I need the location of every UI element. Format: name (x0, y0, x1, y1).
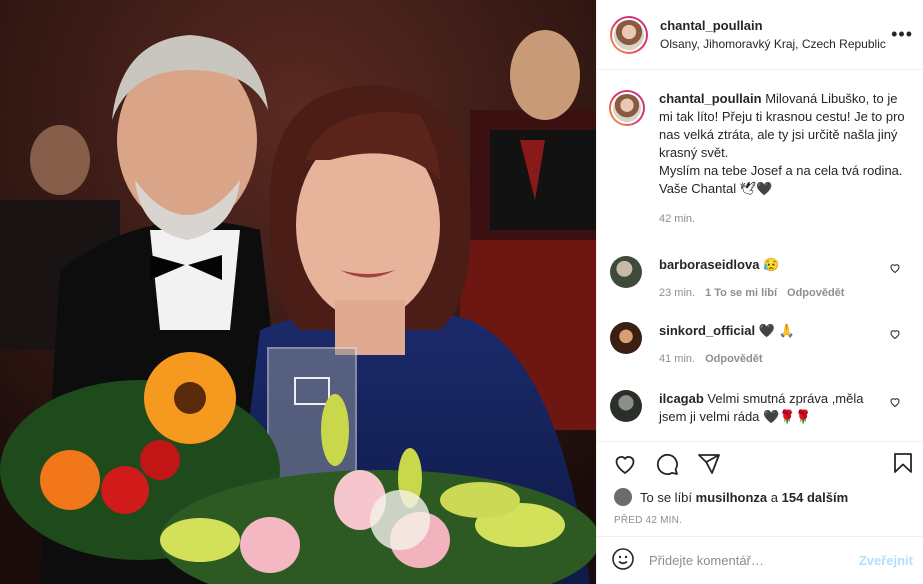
comment-input[interactable] (649, 553, 829, 568)
comment-username[interactable]: ilcagab (659, 391, 704, 406)
comment-like-heart-icon[interactable] (889, 396, 901, 411)
photo-illustration (0, 0, 596, 584)
post-header: chantal_poullain Olsany, Jihomoravký Kra… (597, 0, 923, 70)
likes-joiner: a (770, 489, 779, 505)
caption-text-2: Myslím na tebe Josef a na cela tvá rodin… (659, 163, 903, 196)
post-location[interactable]: Olsany, Jihomoravký Kraj, Czech Republic (660, 37, 886, 51)
instagram-post-view: chantal_poullain Olsany, Jihomoravký Kra… (0, 0, 923, 584)
comment-username[interactable]: sinkord_official (659, 323, 755, 338)
save-icon[interactable] (891, 451, 915, 478)
reply-button[interactable]: Odpovědět (705, 350, 762, 368)
comment-time[interactable]: 23 min. (659, 284, 695, 302)
likes-count[interactable]: 154 dalším (782, 490, 849, 505)
caption-time[interactable]: 42 min. (659, 210, 695, 228)
comments-section: chantal_poullain Milovaná Libuško, to je… (597, 70, 923, 441)
more-icon[interactable]: ••• (891, 24, 913, 45)
author-username[interactable]: chantal_poullain (660, 18, 886, 33)
comment-avatar[interactable] (610, 256, 642, 288)
comment-item: sinkord_official 🖤 🙏 41 min. Odpovědět (610, 322, 909, 368)
liker-username[interactable]: musilhonza (696, 490, 768, 505)
posted-time[interactable]: PŘED 42 MIN. (597, 515, 923, 526)
caption-avatar[interactable] (609, 90, 645, 126)
caption-username[interactable]: chantal_poullain (659, 91, 762, 106)
caption: chantal_poullain Milovaná Libuško, to je… (609, 90, 909, 228)
reply-button[interactable]: Odpovědět (787, 284, 844, 302)
comment-item: barboraseidlova 😥 23 min. 1 To se mi líb… (610, 256, 909, 302)
comment-avatar[interactable] (610, 322, 642, 354)
author-avatar[interactable] (610, 15, 648, 54)
comment-likes[interactable]: 1 To se mi líbí (705, 284, 777, 302)
action-bar (597, 441, 923, 485)
comment-text: 😥 (763, 257, 780, 272)
comment-like-heart-icon[interactable] (889, 328, 901, 343)
comment-text: 🖤 🙏 (758, 323, 795, 338)
comment-avatar[interactable] (610, 390, 642, 422)
likes-prefix: To se líbí (640, 489, 693, 505)
liker-avatar[interactable] (614, 488, 632, 506)
add-comment-bar: Zveřejnit (597, 536, 923, 584)
post-side-panel: chantal_poullain Olsany, Jihomoravký Kra… (596, 0, 923, 584)
heart-icon[interactable] (611, 450, 639, 478)
comment-item: ilcagab Velmi smutná zpráva ,měla jsem j… (610, 390, 909, 426)
comment-like-heart-icon[interactable] (889, 262, 901, 277)
comment-time[interactable]: 41 min. (659, 350, 695, 368)
share-icon[interactable] (695, 450, 723, 478)
emoji-icon[interactable] (611, 547, 635, 574)
post-photo[interactable] (0, 0, 596, 584)
comment-username[interactable]: barboraseidlova (659, 257, 759, 272)
comment-icon[interactable] (653, 450, 681, 478)
likes-summary: To se líbí musilhonza a 154 dalším (597, 485, 923, 509)
post-comment-button[interactable]: Zveřejnit (859, 553, 913, 568)
